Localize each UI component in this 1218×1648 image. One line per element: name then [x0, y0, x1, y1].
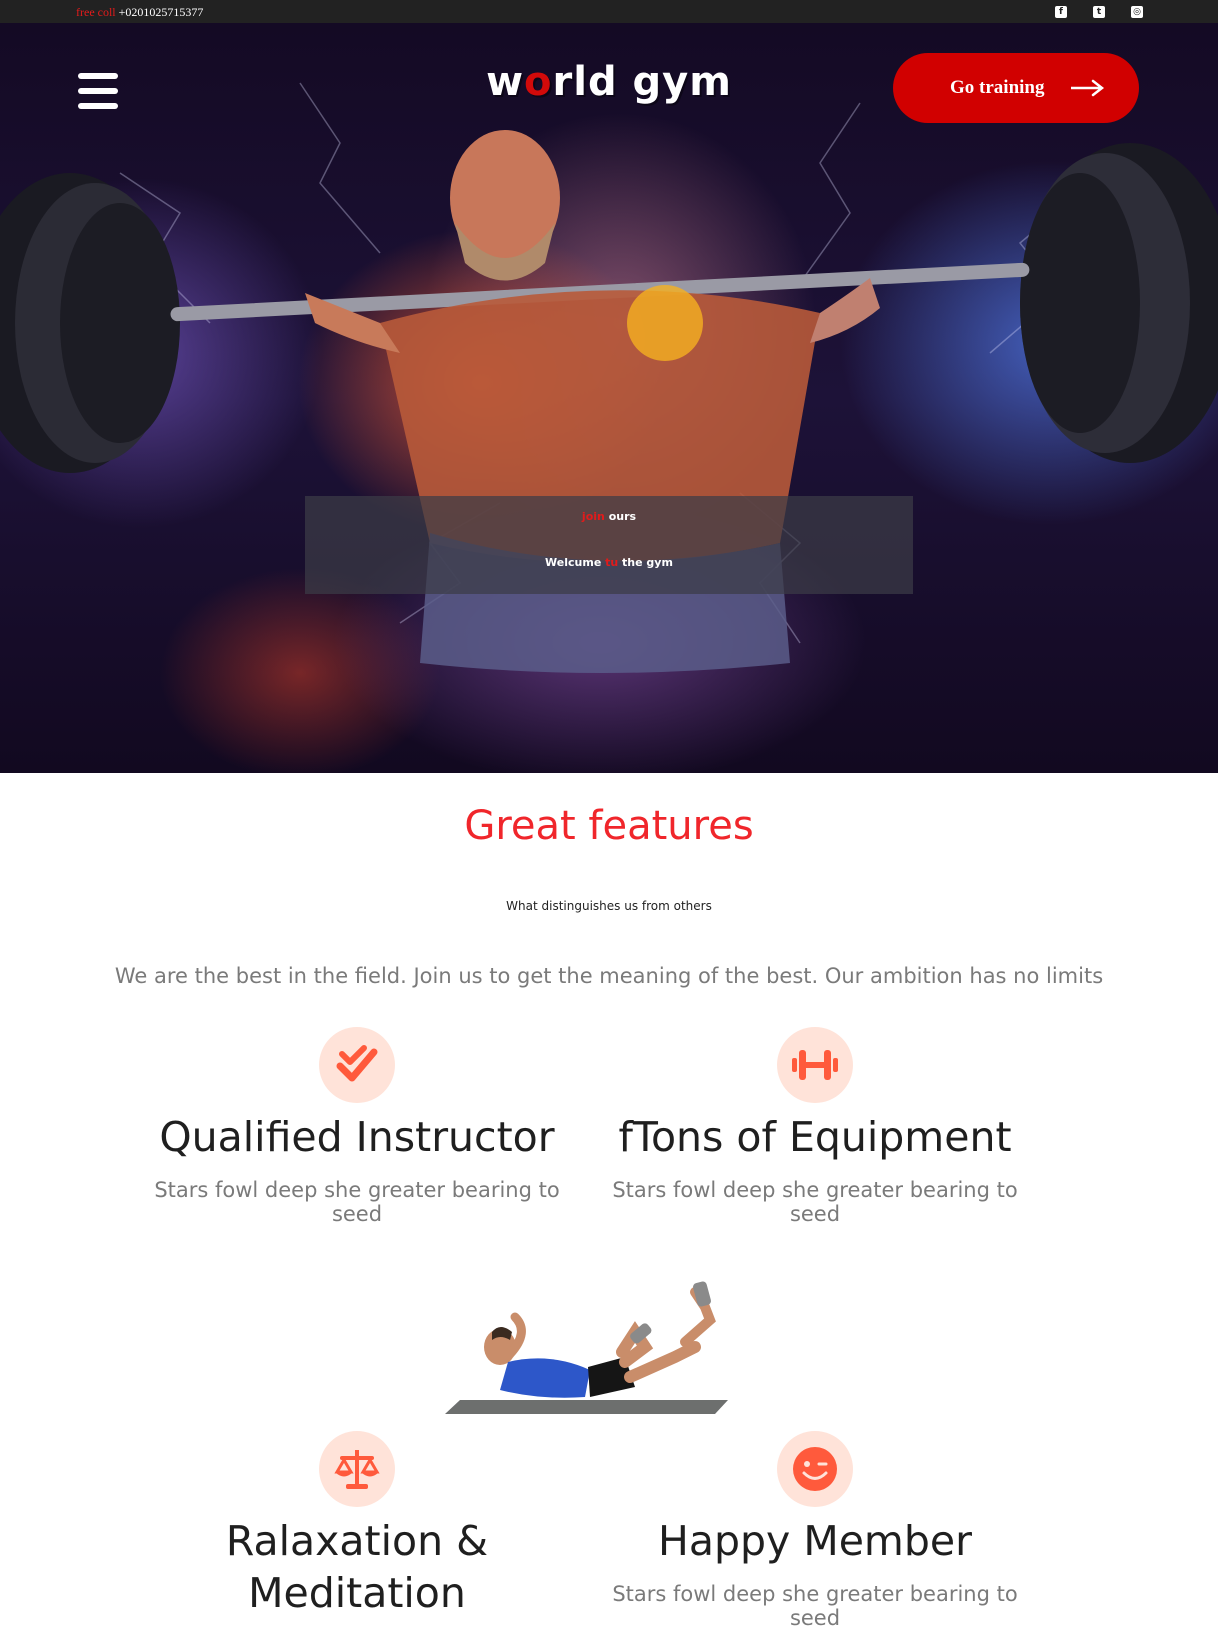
- hero-banner: world gym Go training join ours Welcume …: [0, 23, 1218, 773]
- instagram-glyph: ◎: [1133, 7, 1141, 17]
- phone-number[interactable]: +0201025715377: [119, 5, 204, 19]
- go-training-label: Go training: [950, 77, 1045, 98]
- twitter-icon[interactable]: t: [1093, 6, 1105, 18]
- welcome-text: Welcume tu the gym: [305, 556, 913, 569]
- smile-icon: [777, 1431, 853, 1507]
- feature-text: Stars fowl deep she greater bearing to s…: [612, 1178, 1018, 1226]
- logo-letter-o: o: [524, 59, 553, 105]
- instagram-icon[interactable]: ◎: [1131, 6, 1143, 18]
- contact-phone: free coll +0201025715377: [76, 5, 203, 20]
- welcome-start: Welcume: [545, 556, 606, 569]
- join-highlight: join: [581, 510, 605, 523]
- feature-title: Ralaxation & Meditation: [127, 1515, 587, 1619]
- hero-weightlifter-image: [0, 82, 1218, 673]
- welcome-box: join ours Welcume tu the gym: [305, 496, 913, 594]
- arrow-right-icon: [1071, 79, 1105, 97]
- exercise-image: [445, 1281, 728, 1414]
- feature-title-line1: Ralaxation &: [225, 1517, 489, 1565]
- top-bar: free coll +0201025715377 f t ◎: [0, 0, 1218, 23]
- welcome-end: the gym: [618, 556, 673, 569]
- feature-title: Happy Member: [658, 1517, 972, 1565]
- feature-text: Stars fowl deep she greater bearing to s…: [612, 1582, 1018, 1630]
- logo-rest: rld gym: [552, 59, 732, 105]
- go-training-button[interactable]: Go training: [893, 53, 1139, 123]
- welcome-highlight: tu: [605, 556, 619, 569]
- feature-text: Stars fowl deep she greater bearing to s…: [154, 1178, 560, 1226]
- twitter-glyph: t: [1096, 7, 1102, 17]
- features-subtitle: What distinguishes us from others: [506, 899, 712, 913]
- feature-title-line2: Meditation: [248, 1569, 466, 1617]
- phone-prefix: free coll: [76, 5, 116, 19]
- dumbbell-icon: [777, 1027, 853, 1103]
- scale-icon: [319, 1431, 395, 1507]
- checkmark-icon: [319, 1027, 395, 1103]
- feature-title: Qualified Instructor: [159, 1113, 555, 1161]
- join-rest: ours: [604, 510, 637, 523]
- features-lead-text: We are the best in the field. Join us to…: [114, 964, 1104, 988]
- features-title: Great features: [464, 803, 754, 849]
- facebook-icon[interactable]: f: [1055, 6, 1067, 18]
- logo-letter-w: w: [486, 59, 525, 105]
- facebook-glyph: f: [1059, 7, 1063, 17]
- join-us-text: join ours: [305, 510, 913, 523]
- feature-title: fTons of Equipment: [618, 1113, 1012, 1161]
